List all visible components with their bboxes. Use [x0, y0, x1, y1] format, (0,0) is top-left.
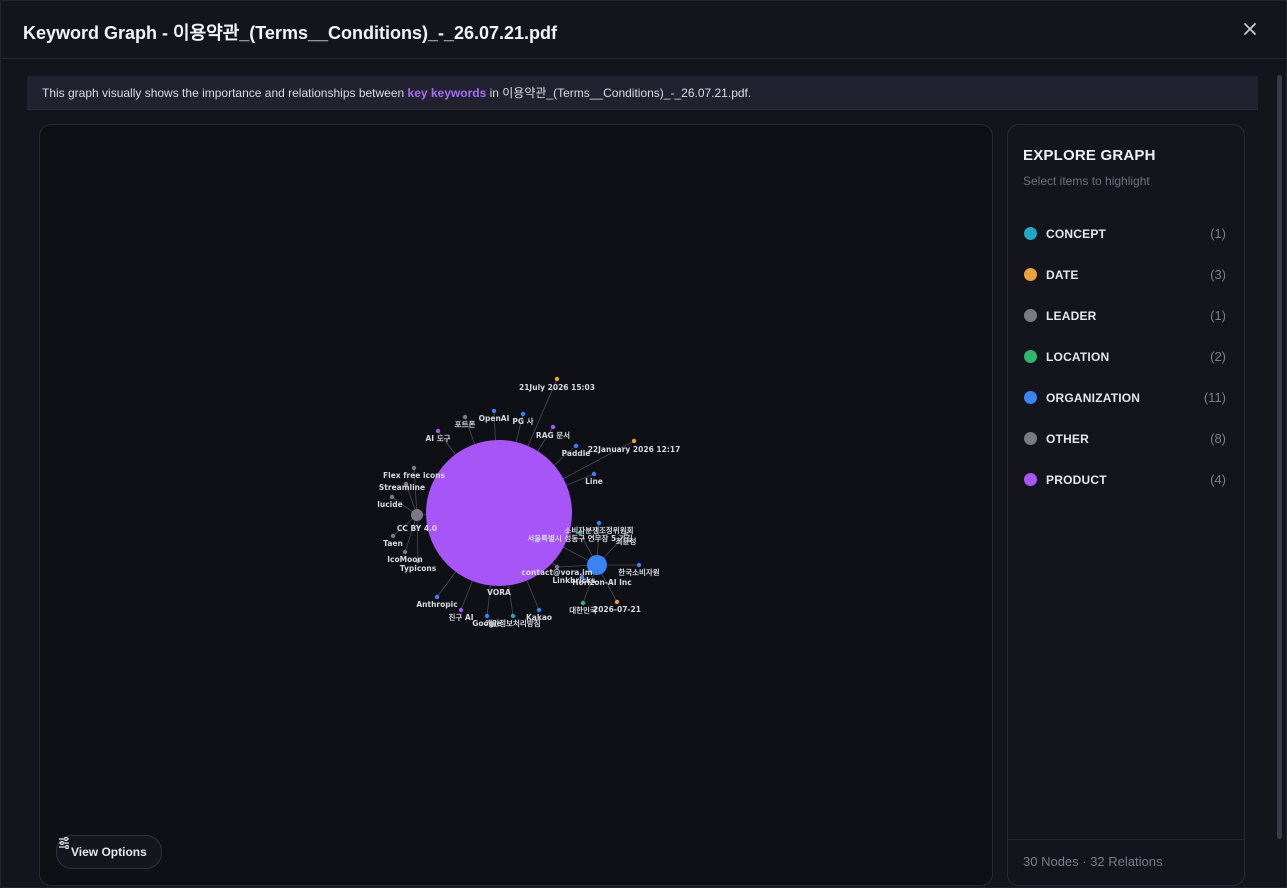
graph-node-label: 친구 AI [448, 612, 473, 622]
graph-node-label: 대한민국 [569, 605, 597, 615]
graph-node-lucide[interactable] [389, 494, 395, 500]
category-name: DATE [1046, 267, 1079, 282]
keyword-graph-modal: Keyword Graph - 이용약관_(Terms__Conditions)… [0, 0, 1287, 888]
category-count: (3) [1210, 267, 1226, 282]
graph-node-label: Flex free icons [383, 471, 445, 480]
graph-node-label: PG 사 [512, 416, 533, 426]
category-name: PRODUCT [1046, 472, 1107, 487]
modal-title: Keyword Graph - 이용약관_(Terms__Conditions)… [23, 23, 558, 43]
explore-panel: EXPLORE GRAPH Select items to highlight … [1007, 124, 1245, 886]
graph-node-label: RAG 문서 [536, 430, 570, 440]
graph-node-label: 2026-07-21 [593, 605, 641, 614]
view-options-label: View Options [71, 845, 147, 859]
graph-node-label: CC BY 4.0 [397, 524, 437, 533]
modal-header: Keyword Graph - 이용약관_(Terms__Conditions)… [1, 1, 1286, 59]
graph-node-line[interactable] [591, 471, 597, 477]
graph-node-google[interactable] [484, 613, 490, 619]
graph-canvas[interactable]: VORA CC BY 4.0 Horizon-AI Inc 21July 2026 1… [39, 124, 993, 886]
info-prefix: This graph visually shows the importance… [42, 86, 408, 100]
category-count: (8) [1210, 431, 1226, 446]
keyword-graph-svg[interactable]: VORACC BY 4.0Horizon-AI Inc21July 2026 1… [40, 125, 993, 886]
graph-node-label: IcoMoon [387, 555, 423, 564]
graph-node-label: 포트폰 [455, 420, 476, 429]
graph-node-label: 21July 2026 15:03 [519, 383, 595, 392]
category-list: CONCEPT (1) DATE (3) LEADER (1) LOCATION… [1008, 213, 1244, 500]
graph-node-d2[interactable] [631, 438, 637, 444]
location-color-dot [1024, 350, 1037, 363]
graph-node-paddle[interactable] [573, 443, 579, 449]
category-location[interactable]: LOCATION (2) [1008, 336, 1244, 377]
category-count: (1) [1210, 226, 1226, 241]
category-name: ORGANIZATION [1046, 390, 1141, 405]
close-icon[interactable] [1238, 17, 1262, 41]
concept-color-dot [1024, 227, 1037, 240]
info-highlight: key keywords [407, 86, 487, 100]
graph-node-privacy[interactable] [510, 613, 516, 619]
category-count: (4) [1210, 472, 1226, 487]
date-color-dot [1024, 268, 1037, 281]
graph-node-icomoon[interactable] [402, 549, 408, 555]
graph-node-label: Taen [383, 539, 403, 548]
category-product[interactable]: PRODUCT (4) [1008, 459, 1244, 500]
graph-stats: 30 Nodes · 32 Relations [1008, 839, 1244, 885]
graph-node-forum[interactable] [462, 414, 468, 420]
graph-node-label: VORA [487, 588, 511, 597]
leader-color-dot [1024, 309, 1037, 322]
category-name: OTHER [1046, 431, 1089, 446]
graph-node-consumer[interactable] [596, 520, 602, 526]
category-organization[interactable]: ORGANIZATION (11) [1008, 377, 1244, 418]
category-concept[interactable]: CONCEPT (1) [1008, 213, 1244, 254]
graph-node-label: Streamline [379, 483, 425, 492]
sliders-icon [59, 837, 69, 849]
graph-node-VORA[interactable] [426, 440, 572, 586]
graph-node-taen[interactable] [390, 533, 396, 539]
graph-node-pg[interactable] [520, 411, 526, 417]
category-name: LOCATION [1046, 349, 1110, 364]
graph-node-kakao[interactable] [536, 607, 542, 613]
category-other[interactable]: OTHER (8) [1008, 418, 1244, 459]
graph-node-korea[interactable] [580, 600, 586, 606]
graph-node-label: Kakao [526, 613, 552, 622]
graph-node-label: 한국소비자원 [618, 567, 659, 577]
graph-node-label: Linkbricks [552, 576, 596, 585]
graph-node-label: Line [585, 477, 603, 486]
explore-subtitle: Select items to highlight [1023, 174, 1150, 188]
graph-node-label: AI 도구 [425, 434, 450, 443]
category-name: CONCEPT [1046, 226, 1107, 241]
graph-node-label: OpenAI [479, 414, 510, 423]
category-leader[interactable]: LEADER (1) [1008, 295, 1244, 336]
info-suffix: in 이용약관_(Terms__Conditions)_-_26.07.21.p… [486, 86, 752, 100]
view-options-button[interactable]: View Options [56, 835, 162, 869]
graph-node-label: Paddle [562, 449, 591, 458]
graph-node-d3[interactable] [614, 599, 620, 605]
category-count: (11) [1203, 390, 1226, 405]
category-count: (1) [1210, 308, 1226, 323]
graph-node-flex[interactable] [411, 465, 417, 471]
graph-node-label: 최윤성 [616, 536, 637, 546]
graph-node-d1[interactable] [554, 376, 560, 382]
category-count: (2) [1210, 349, 1226, 364]
graph-node-label: 22January 2026 12:17 [588, 445, 681, 454]
graph-node-label: Typicons [400, 564, 437, 573]
other-color-dot [1024, 432, 1037, 445]
graph-node-CC[interactable] [411, 509, 423, 521]
graph-node-label: lucide [377, 500, 402, 509]
graph-node-openai[interactable] [491, 408, 497, 414]
graph-node-rag[interactable] [550, 424, 556, 430]
organization-color-dot [1024, 391, 1037, 404]
category-date[interactable]: DATE (3) [1008, 254, 1244, 295]
info-banner: This graph visually shows the importance… [27, 76, 1258, 110]
category-name: LEADER [1046, 308, 1097, 323]
graph-node-label: Anthropic [416, 600, 457, 609]
graph-node-friend[interactable] [458, 607, 464, 613]
graph-node-anthropic[interactable] [434, 594, 440, 600]
product-color-dot [1024, 473, 1037, 486]
graph-node-kca[interactable] [636, 562, 642, 568]
scrollbar[interactable] [1277, 75, 1282, 839]
explore-title: EXPLORE GRAPH [1023, 147, 1156, 164]
graph-node-aitool[interactable] [435, 428, 441, 434]
